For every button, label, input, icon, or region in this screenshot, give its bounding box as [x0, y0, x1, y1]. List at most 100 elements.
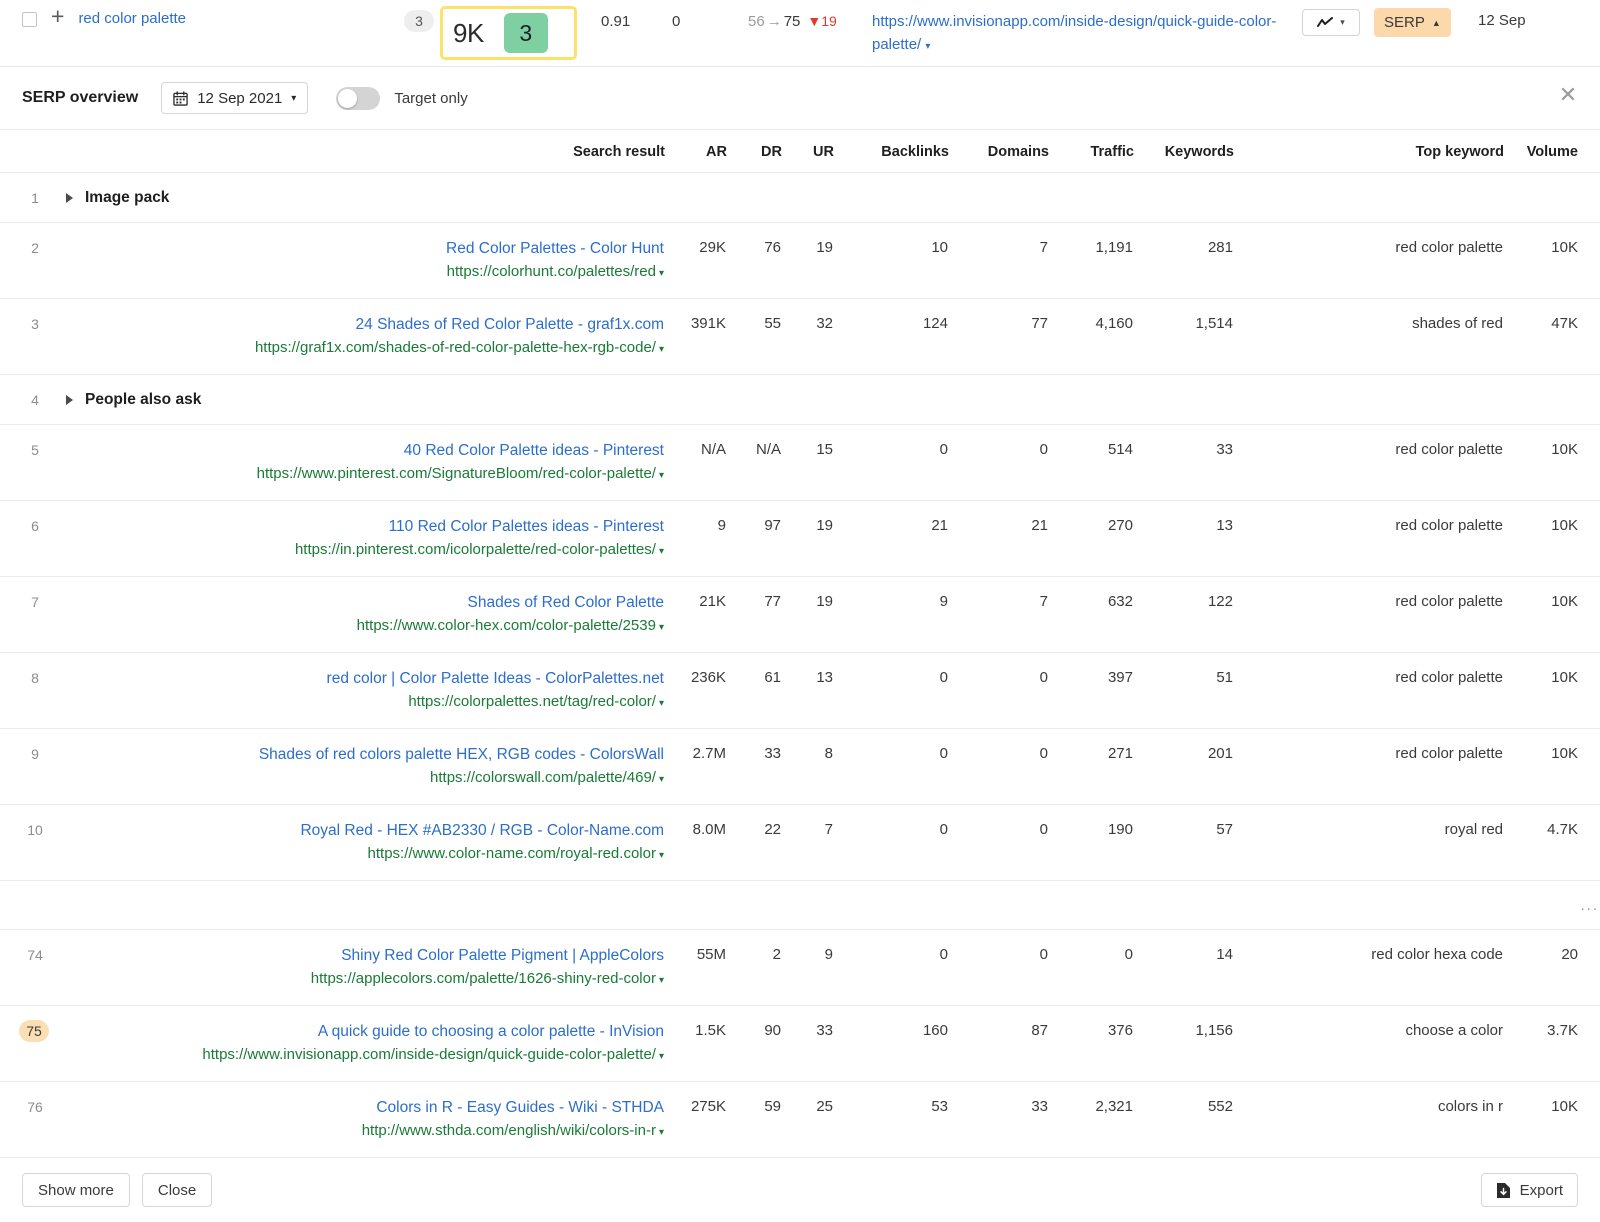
- chevron-down-icon[interactable]: ▾: [659, 622, 664, 633]
- metric-keywords[interactable]: 281: [1134, 223, 1234, 299]
- metric-keywords[interactable]: 122: [1134, 577, 1234, 653]
- metric-backlinks[interactable]: 0: [834, 805, 949, 881]
- column-header-ur[interactable]: UR: [782, 130, 834, 173]
- metric-domains[interactable]: 77: [949, 299, 1049, 375]
- metric-top-keyword: red color hexa code: [1234, 930, 1504, 1006]
- metric-backlinks[interactable]: 10: [834, 223, 949, 299]
- result-title-link[interactable]: Shades of Red Color Palette: [66, 593, 664, 612]
- result-url[interactable]: https://colorhunt.co/palettes/red▾: [66, 262, 664, 283]
- metric-backlinks[interactable]: 0: [834, 729, 949, 805]
- close-button[interactable]: Close: [142, 1173, 212, 1207]
- target-only-toggle[interactable]: [336, 87, 380, 110]
- column-header-search-result[interactable]: Search result: [0, 130, 665, 173]
- chevron-down-icon[interactable]: ▾: [659, 850, 664, 861]
- result-title-link[interactable]: Red Color Palettes - Color Hunt: [66, 239, 664, 258]
- target-url-link[interactable]: https://www.invisionapp.com/inside-desig…: [872, 10, 1277, 58]
- metric-backlinks[interactable]: 0: [834, 425, 949, 501]
- chevron-down-icon[interactable]: ▾: [659, 774, 664, 785]
- chevron-down-icon[interactable]: ▾: [659, 698, 664, 709]
- metric-keywords[interactable]: 51: [1134, 653, 1234, 729]
- result-url[interactable]: https://colorswall.com/palette/469/▾: [66, 768, 664, 789]
- chart-dropdown-button[interactable]: ▾: [1302, 9, 1360, 36]
- table-header: Search result AR DR UR Backlinks Domains…: [0, 130, 1600, 173]
- metric-keywords[interactable]: 57: [1134, 805, 1234, 881]
- metric-backlinks[interactable]: 53: [834, 1082, 949, 1158]
- result-url[interactable]: https://in.pinterest.com/icolorpalette/r…: [66, 540, 664, 561]
- column-header-domains[interactable]: Domains: [949, 130, 1049, 173]
- table-row: 74Shiny Red Color Palette Pigment | Appl…: [0, 930, 1600, 1006]
- metric-keywords[interactable]: 1,156: [1134, 1006, 1234, 1082]
- column-header-backlinks[interactable]: Backlinks: [834, 130, 949, 173]
- show-more-button[interactable]: Show more: [22, 1173, 130, 1207]
- metric-domains[interactable]: 7: [949, 223, 1049, 299]
- column-header-keywords[interactable]: Keywords: [1134, 130, 1234, 173]
- result-title-link[interactable]: Shades of red colors palette HEX, RGB co…: [66, 745, 664, 764]
- date-picker[interactable]: 12 Sep 2021 ▾: [161, 82, 308, 114]
- metric-domains[interactable]: 33: [949, 1082, 1049, 1158]
- result-title-link[interactable]: 110 Red Color Palettes ideas - Pinterest: [66, 517, 664, 536]
- metric-backlinks[interactable]: 9: [834, 577, 949, 653]
- export-button[interactable]: Export: [1481, 1173, 1578, 1207]
- metric-domains[interactable]: 0: [949, 729, 1049, 805]
- serp-toggle-button[interactable]: SERP ▲: [1374, 8, 1451, 37]
- column-header-dr[interactable]: DR: [727, 130, 782, 173]
- chevron-down-icon[interactable]: ▾: [659, 1127, 664, 1138]
- metric-domains[interactable]: 87: [949, 1006, 1049, 1082]
- metric-backlinks[interactable]: 0: [834, 930, 949, 1006]
- metric-keywords[interactable]: 201: [1134, 729, 1234, 805]
- chevron-down-icon[interactable]: ▾: [659, 975, 664, 986]
- keyword-row: + red color palette 3 9K 3 0.91 0 56→75▼…: [0, 0, 1600, 67]
- result-title-link[interactable]: A quick guide to choosing a color palett…: [66, 1022, 664, 1041]
- result-title-link[interactable]: Colors in R - Easy Guides - Wiki - STHDA: [66, 1098, 664, 1117]
- metric-domains[interactable]: 0: [949, 930, 1049, 1006]
- result-position: 7: [22, 594, 48, 610]
- keyword-link[interactable]: red color palette: [78, 10, 186, 27]
- column-header-top-keyword[interactable]: Top keyword: [1234, 130, 1504, 173]
- serp-feature[interactable]: People also ask: [66, 391, 1599, 409]
- result-url[interactable]: https://www.color-name.com/royal-red.col…: [66, 844, 664, 865]
- result-url[interactable]: https://www.color-hex.com/color-palette/…: [66, 616, 664, 637]
- column-header-volume[interactable]: Volume: [1504, 130, 1600, 173]
- chevron-down-icon: ▾: [291, 93, 296, 104]
- metric-domains[interactable]: 0: [949, 425, 1049, 501]
- chevron-down-icon[interactable]: ▾: [659, 268, 664, 279]
- row-checkbox[interactable]: [22, 12, 37, 27]
- metric-backlinks[interactable]: 0: [834, 653, 949, 729]
- metric-domains[interactable]: 7: [949, 577, 1049, 653]
- chevron-down-icon[interactable]: ▾: [659, 1051, 664, 1062]
- metric-keywords[interactable]: 1,514: [1134, 299, 1234, 375]
- result-url[interactable]: https://colorpalettes.net/tag/red-color/…: [66, 692, 664, 713]
- add-icon[interactable]: +: [51, 6, 64, 26]
- metric-keywords[interactable]: 13: [1134, 501, 1234, 577]
- column-header-ar[interactable]: AR: [665, 130, 727, 173]
- metric-backlinks[interactable]: 21: [834, 501, 949, 577]
- chevron-down-icon[interactable]: ▾: [659, 546, 664, 557]
- triangle-right-icon[interactable]: [66, 193, 73, 203]
- chevron-down-icon[interactable]: ▾: [659, 344, 664, 355]
- metric-keywords[interactable]: 33: [1134, 425, 1234, 501]
- result-url[interactable]: https://www.pinterest.com/SignatureBloom…: [66, 464, 664, 485]
- close-icon[interactable]: ✕: [1557, 85, 1579, 107]
- result-title-link[interactable]: 24 Shades of Red Color Palette - graf1x.…: [66, 315, 664, 334]
- column-header-traffic[interactable]: Traffic: [1049, 130, 1134, 173]
- result-url[interactable]: https://applecolors.com/palette/1626-shi…: [66, 969, 664, 990]
- result-title-link[interactable]: Shiny Red Color Palette Pigment | AppleC…: [66, 946, 664, 965]
- triangle-right-icon[interactable]: [66, 395, 73, 405]
- metric-domains[interactable]: 21: [949, 501, 1049, 577]
- metric-backlinks[interactable]: 124: [834, 299, 949, 375]
- metric-domains[interactable]: 0: [949, 653, 1049, 729]
- result-url[interactable]: https://graf1x.com/shades-of-red-color-p…: [66, 338, 664, 359]
- metric-keywords[interactable]: 14: [1134, 930, 1234, 1006]
- metric-domains[interactable]: 0: [949, 805, 1049, 881]
- result-title-link[interactable]: red color | Color Palette Ideas - ColorP…: [66, 669, 664, 688]
- search-result-cell: 76Colors in R - Easy Guides - Wiki - STH…: [0, 1082, 665, 1158]
- result-title-link[interactable]: 40 Red Color Palette ideas - Pinterest: [66, 441, 664, 460]
- result-url[interactable]: http://www.sthda.com/english/wiki/colors…: [66, 1121, 664, 1142]
- chevron-down-icon[interactable]: ▾: [659, 470, 664, 481]
- result-url[interactable]: https://www.invisionapp.com/inside-desig…: [66, 1045, 664, 1066]
- result-title-link[interactable]: Royal Red - HEX #AB2330 / RGB - Color-Na…: [66, 821, 664, 840]
- metric-keywords[interactable]: 552: [1134, 1082, 1234, 1158]
- metric-backlinks[interactable]: 160: [834, 1006, 949, 1082]
- chevron-down-icon[interactable]: ▾: [925, 41, 930, 52]
- serp-feature[interactable]: Image pack: [66, 189, 1599, 207]
